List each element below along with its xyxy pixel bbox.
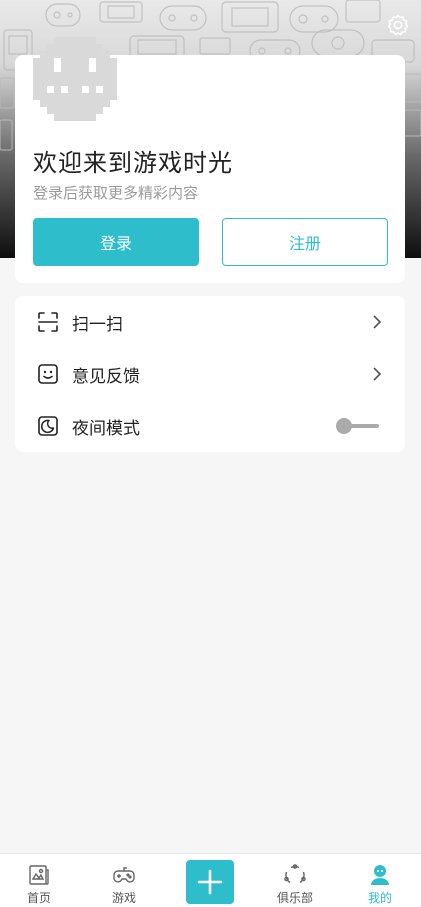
- night-mode-icon: [38, 416, 58, 436]
- pixel-avatar-icon[interactable]: [33, 37, 117, 121]
- welcome-title: 欢迎来到游戏时光: [33, 149, 233, 177]
- tab-label: 游戏: [111, 891, 136, 905]
- login-button[interactable]: 登录: [33, 218, 199, 266]
- news-icon: [29, 865, 49, 885]
- menu-item-label: 扫一扫: [72, 314, 123, 335]
- menu-item-label: 意见反馈: [72, 366, 140, 387]
- welcome-subtitle: 登录后获取更多精彩内容: [33, 184, 199, 202]
- menu-card: 扫一扫 意见反馈 夜间模式: [15, 296, 405, 452]
- chevron-right-icon: [373, 315, 382, 329]
- register-button[interactable]: 注册: [222, 218, 388, 266]
- profile-card: 欢迎来到游戏时光 登录后获取更多精彩内容 登录 注册: [15, 37, 405, 283]
- create-post-button[interactable]: [186, 860, 234, 904]
- gear-icon: [387, 14, 409, 36]
- menu-item-label: 夜间模式: [72, 418, 140, 439]
- plus-icon: [197, 869, 223, 895]
- menu-item-night-mode[interactable]: 夜间模式: [15, 400, 405, 452]
- tab-home[interactable]: 首页: [9, 854, 69, 907]
- tab-mine[interactable]: 我的: [350, 854, 410, 907]
- menu-item-scan[interactable]: 扫一扫: [15, 296, 405, 348]
- club-icon: [284, 864, 306, 884]
- settings-button[interactable]: [383, 10, 413, 40]
- feedback-face-icon: [38, 364, 58, 384]
- chevron-right-icon: [373, 367, 382, 381]
- tab-games[interactable]: 游戏: [94, 854, 154, 907]
- user-icon: [371, 865, 389, 885]
- scan-icon: [38, 312, 58, 332]
- menu-item-feedback[interactable]: 意见反馈: [15, 348, 405, 400]
- tab-label: 我的: [367, 891, 392, 905]
- night-mode-toggle[interactable]: [335, 416, 381, 436]
- tab-label: 首页: [26, 891, 51, 905]
- gamepad-icon: [113, 867, 135, 883]
- tab-label: 俱乐部: [276, 891, 313, 905]
- tab-club[interactable]: 俱乐部: [265, 854, 325, 907]
- bottom-tab-bar: 首页 游戏 俱乐部 我的: [0, 853, 421, 907]
